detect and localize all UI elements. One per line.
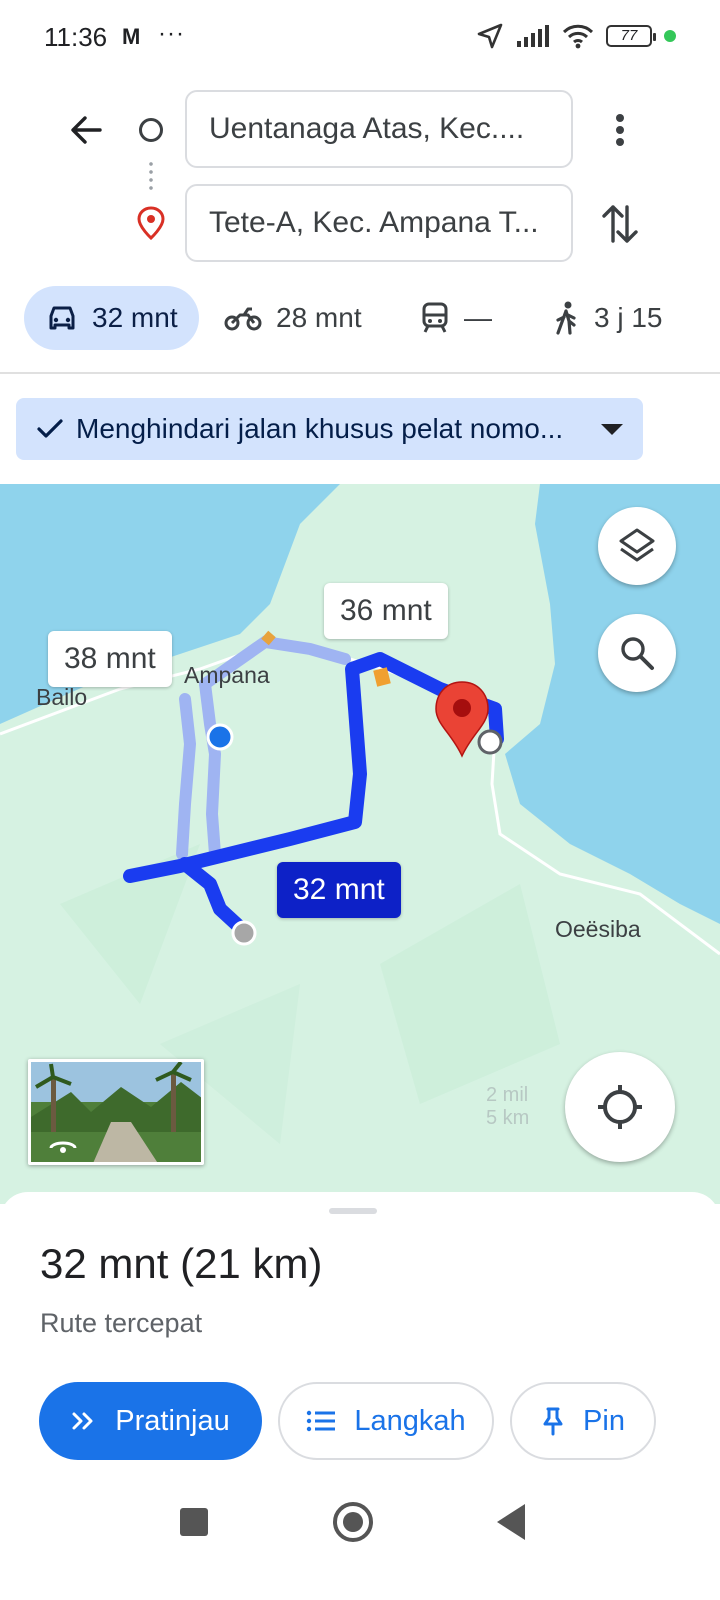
- wifi-icon: [562, 24, 594, 49]
- route-summary: 32 mnt (21 km): [40, 1240, 322, 1288]
- motorcycle-icon: [224, 307, 262, 331]
- transit-time: —: [464, 302, 492, 333]
- gmail-icon: M: [122, 24, 141, 49]
- double-chevron-icon: [72, 1412, 93, 1430]
- swap-vert-icon: [602, 205, 638, 243]
- status-icons: 77: [476, 22, 676, 50]
- route-options-label: Menghindari jalan khusus pelat nomo...: [76, 413, 564, 444]
- map-scale: 2 mil 5 km: [356, 1084, 529, 1130]
- street-view-photo: [31, 1062, 201, 1162]
- alt-route-callout-1[interactable]: 38 mnt: [48, 631, 172, 687]
- tab-motorcycle[interactable]: 28 mnt: [224, 286, 362, 350]
- status-bar: 11:36 M ··· 77: [0, 0, 720, 76]
- preview-button[interactable]: Pratinjau: [39, 1382, 262, 1460]
- crosshair-icon: [598, 1085, 642, 1129]
- layers-icon: [619, 528, 655, 562]
- preview-label: Pratinjau: [115, 1404, 230, 1437]
- pin-label: Pin: [583, 1404, 625, 1437]
- sheet-drag-handle[interactable]: [329, 1208, 377, 1214]
- search-along-route-button[interactable]: [598, 614, 676, 692]
- scale-miles: 2 mil: [486, 1084, 529, 1106]
- route-connector-dots: [149, 160, 153, 192]
- origin-input[interactable]: Uentanaga Atas, Kec....: [185, 90, 573, 168]
- tab-walking[interactable]: 3 j 15: [552, 286, 663, 350]
- privacy-indicator-dot: [664, 30, 676, 42]
- train-icon: [422, 302, 448, 333]
- dropdown-arrow-icon: [601, 423, 623, 435]
- header-divider: [0, 372, 720, 374]
- steps-button[interactable]: Langkah: [278, 1382, 494, 1460]
- system-back-button[interactable]: [497, 1504, 525, 1540]
- main-route-callout[interactable]: 32 mnt: [277, 862, 401, 918]
- status-time: 11:36: [44, 22, 108, 52]
- route-summary-sheet: 32 mnt (21 km) Rute tercepat Pratinjau L…: [0, 1192, 720, 1492]
- walking-icon: [556, 301, 576, 335]
- more-vert-icon: [616, 114, 624, 146]
- arrow-back-icon: [71, 116, 102, 144]
- swap-locations-button[interactable]: [596, 198, 644, 250]
- pin-button[interactable]: Pin: [510, 1382, 656, 1460]
- street-view-thumbnail[interactable]: [28, 1059, 204, 1165]
- tab-transit[interactable]: —: [420, 286, 492, 350]
- map-label-bailo: Bailo: [36, 684, 88, 710]
- battery-icon: 77: [606, 25, 656, 47]
- destination-input[interactable]: Tete-A, Kec. Ampana T...: [185, 184, 573, 262]
- driving-time: 32 mnt: [92, 302, 178, 333]
- motorcycle-time: 28 mnt: [276, 302, 362, 333]
- signal-icon: [517, 25, 549, 47]
- map-view[interactable]: Bailo Ampana Oeësiba 38 mnt 36 mnt 32 mn…: [0, 484, 720, 1204]
- pushpin-icon: [543, 1407, 563, 1436]
- alt-route-callout-2[interactable]: 36 mnt: [324, 583, 448, 639]
- home-button[interactable]: [333, 1502, 373, 1542]
- back-button[interactable]: [62, 106, 110, 154]
- search-icon: [621, 637, 654, 670]
- list-icon: [307, 1410, 336, 1432]
- route-type-label: Rute tercepat: [40, 1308, 203, 1338]
- check-icon: [37, 419, 63, 438]
- steps-label: Langkah: [354, 1404, 466, 1437]
- walking-time: 3 j 15: [594, 302, 663, 333]
- more-options-button[interactable]: [600, 106, 640, 154]
- route-distance: (21 km): [180, 1240, 323, 1287]
- more-notifications-icon: ···: [158, 20, 185, 47]
- recents-button[interactable]: [180, 1508, 208, 1536]
- map-label-oeesiba: Oeësiba: [555, 916, 641, 942]
- system-nav-bar: [0, 1492, 720, 1600]
- car-icon: [49, 306, 75, 330]
- route-options-chip[interactable]: Menghindari jalan khusus pelat nomo...: [16, 398, 643, 460]
- map-label-ampana: Ampana: [184, 662, 270, 688]
- my-location-button[interactable]: [565, 1052, 675, 1162]
- tab-driving[interactable]: 32 mnt: [24, 286, 199, 350]
- route-duration: 32 mnt: [40, 1240, 169, 1287]
- origin-circle-icon: [139, 118, 163, 142]
- layers-button[interactable]: [598, 507, 676, 585]
- destination-pin-icon: [137, 206, 165, 240]
- location-arrow-icon: [477, 23, 503, 49]
- scale-km: 5 km: [486, 1107, 530, 1129]
- travel-mode-tabs: 32 mnt 28 mnt — 3 j 15: [0, 284, 720, 352]
